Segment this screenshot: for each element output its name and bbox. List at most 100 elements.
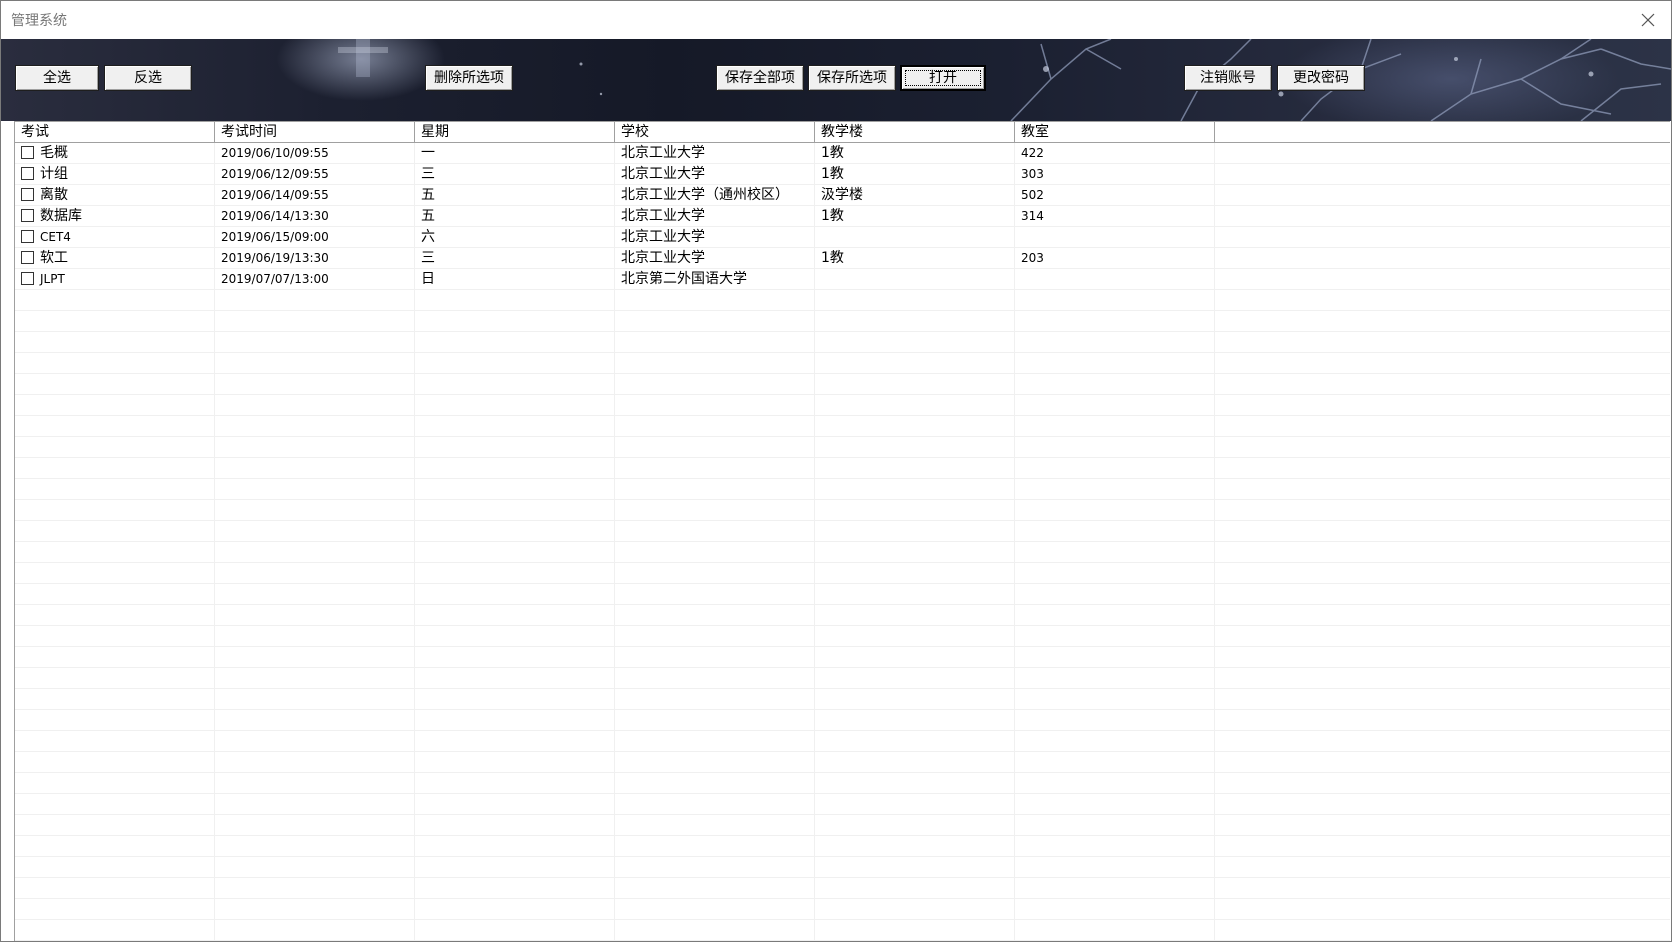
empty-row xyxy=(15,458,1670,479)
cell-exam: 数据库 xyxy=(15,206,215,227)
cell-building: 1教 xyxy=(815,248,1015,269)
checkbox-icon[interactable] xyxy=(21,167,34,180)
column-header-school[interactable]: 学校 xyxy=(615,122,815,142)
column-header-weekday[interactable]: 星期 xyxy=(415,122,615,142)
cell-building: 汲学楼 xyxy=(815,185,1015,206)
cell-weekday: 六 xyxy=(415,227,615,248)
table-row[interactable]: JLPT 2019/07/07/13:00 日 北京第二外国语大学 xyxy=(15,269,1670,290)
table-row[interactable]: 离散 2019/06/14/09:55 五 北京工业大学（通州校区） 汲学楼 5… xyxy=(15,185,1670,206)
cell-room xyxy=(1015,227,1215,248)
cell-building xyxy=(815,227,1015,248)
change-password-button[interactable]: 更改密码 xyxy=(1277,65,1365,91)
cell-room: 422 xyxy=(1015,143,1215,164)
checkbox-icon[interactable] xyxy=(21,251,34,264)
cell-time: 2019/06/10/09:55 xyxy=(215,143,415,164)
focus-ring xyxy=(905,70,981,86)
cell-weekday: 五 xyxy=(415,185,615,206)
empty-row xyxy=(15,878,1670,899)
cell-room: 314 xyxy=(1015,206,1215,227)
exam-name: JLPT xyxy=(40,272,65,286)
column-header-time[interactable]: 考试时间 xyxy=(215,122,415,142)
checkbox-icon[interactable] xyxy=(21,230,34,243)
empty-row xyxy=(15,521,1670,542)
cell-school: 北京工业大学（通州校区） xyxy=(615,185,815,206)
empty-row xyxy=(15,731,1670,752)
column-header-room[interactable]: 教室 xyxy=(1015,122,1215,142)
empty-row xyxy=(15,836,1670,857)
exam-name: 离散 xyxy=(40,187,68,203)
open-button[interactable]: 打开 xyxy=(900,65,986,91)
save-selected-button[interactable]: 保存所选项 xyxy=(808,65,896,91)
empty-row xyxy=(15,353,1670,374)
empty-row xyxy=(15,752,1670,773)
cell-room: 502 xyxy=(1015,185,1215,206)
empty-row xyxy=(15,626,1670,647)
empty-row xyxy=(15,500,1670,521)
cell-school: 北京第二外国语大学 xyxy=(615,269,815,290)
cell-weekday: 三 xyxy=(415,164,615,185)
table-row[interactable]: 数据库 2019/06/14/13:30 五 北京工业大学 1教 314 xyxy=(15,206,1670,227)
cell-building: 1教 xyxy=(815,206,1015,227)
cell-time: 2019/06/15/09:00 xyxy=(215,227,415,248)
empty-row xyxy=(15,773,1670,794)
empty-row xyxy=(15,416,1670,437)
cell-school: 北京工业大学 xyxy=(615,227,815,248)
cell-school: 北京工业大学 xyxy=(615,248,815,269)
cell-school: 北京工业大学 xyxy=(615,206,815,227)
window-title: 管理系统 xyxy=(11,13,67,29)
checkbox-icon[interactable] xyxy=(21,209,34,222)
cell-time: 2019/06/12/09:55 xyxy=(215,164,415,185)
checkbox-icon[interactable] xyxy=(21,146,34,159)
table-row[interactable]: CET4 2019/06/15/09:00 六 北京工业大学 xyxy=(15,227,1670,248)
column-header-building[interactable]: 教学楼 xyxy=(815,122,1015,142)
empty-row xyxy=(15,815,1670,836)
logout-button[interactable]: 注销账号 xyxy=(1184,65,1272,91)
exam-list-table[interactable]: 考试 考试时间 星期 学校 教学楼 教室 毛概 2019/06/10/09:55… xyxy=(14,121,1670,941)
cell-time: 2019/06/19/13:30 xyxy=(215,248,415,269)
invert-selection-button[interactable]: 反选 xyxy=(104,65,192,91)
banner-background: 全选 反选 删除所选项 保存全部项 保存所选项 打开 注销账号 更改密码 xyxy=(1,39,1671,121)
cell-exam: 离散 xyxy=(15,185,215,206)
empty-row xyxy=(15,563,1670,584)
exam-name: 软工 xyxy=(40,250,68,266)
title-bar: 管理系统 xyxy=(1,1,1671,39)
cell-room xyxy=(1015,269,1215,290)
column-header-exam[interactable]: 考试 xyxy=(15,122,215,142)
cell-exam: 毛概 xyxy=(15,143,215,164)
close-icon xyxy=(1641,13,1655,27)
select-all-button[interactable]: 全选 xyxy=(15,65,99,91)
empty-row xyxy=(15,689,1670,710)
delete-selected-button[interactable]: 删除所选项 xyxy=(425,65,513,91)
checkbox-icon[interactable] xyxy=(21,188,34,201)
table-row[interactable]: 计组 2019/06/12/09:55 三 北京工业大学 1教 303 xyxy=(15,164,1670,185)
cell-weekday: 五 xyxy=(415,206,615,227)
exam-name: 毛概 xyxy=(40,145,68,161)
close-button[interactable] xyxy=(1625,1,1671,39)
empty-row xyxy=(15,395,1670,416)
empty-row xyxy=(15,374,1670,395)
exam-name: 计组 xyxy=(40,166,68,182)
cell-time: 2019/06/14/09:55 xyxy=(215,185,415,206)
empty-row xyxy=(15,857,1670,878)
empty-row xyxy=(15,668,1670,689)
cell-building: 1教 xyxy=(815,164,1015,185)
cell-room: 303 xyxy=(1015,164,1215,185)
checkbox-icon[interactable] xyxy=(21,272,34,285)
empty-row xyxy=(15,584,1670,605)
cell-exam: CET4 xyxy=(15,227,215,248)
cell-building: 1教 xyxy=(815,143,1015,164)
empty-row xyxy=(15,605,1670,626)
cell-building xyxy=(815,269,1015,290)
exam-name: CET4 xyxy=(40,230,71,244)
cell-weekday: 日 xyxy=(415,269,615,290)
cell-exam: 软工 xyxy=(15,248,215,269)
save-all-button[interactable]: 保存全部项 xyxy=(716,65,804,91)
cell-school: 北京工业大学 xyxy=(615,164,815,185)
cell-school: 北京工业大学 xyxy=(615,143,815,164)
table-row[interactable]: 软工 2019/06/19/13:30 三 北京工业大学 1教 203 xyxy=(15,248,1670,269)
empty-row xyxy=(15,332,1670,353)
exam-name: 数据库 xyxy=(40,208,82,224)
cell-weekday: 一 xyxy=(415,143,615,164)
app-window: 管理系统 全选 反选 删除所选项 保存全部项 保存所选项 打开 注销账号 更改密… xyxy=(0,0,1672,942)
table-row[interactable]: 毛概 2019/06/10/09:55 一 北京工业大学 1教 422 xyxy=(15,143,1670,164)
